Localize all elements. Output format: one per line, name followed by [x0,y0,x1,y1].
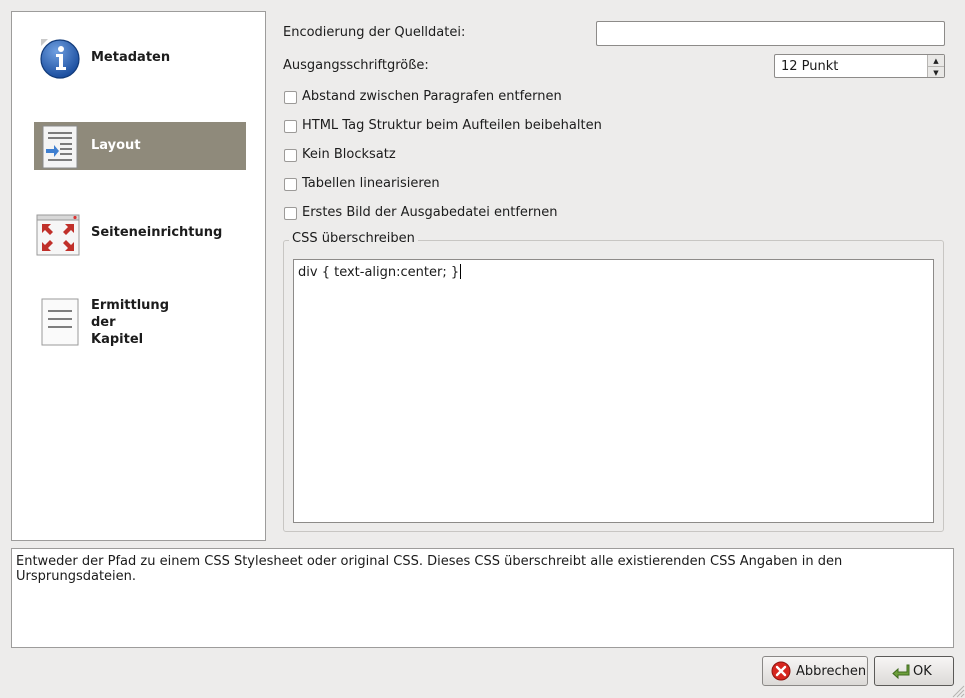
no-justification-checkbox[interactable] [284,149,297,162]
spin-up-icon[interactable]: ▲ [928,55,944,67]
layout-icon [42,125,78,169]
info-icon [40,39,80,79]
sidebar-item-label: Layout [91,138,141,153]
remove-first-image-checkbox[interactable] [284,207,297,220]
page-setup-icon [36,214,80,256]
linearize-tables-label[interactable]: Tabellen linearisieren [302,176,440,191]
font-size-label: Ausgangsschriftgröße: [283,58,429,73]
spin-buttons: ▲ ▼ [927,55,944,77]
sidebar-item-label: Metadaten [91,50,171,65]
remove-first-image-label[interactable]: Erstes Bild der Ausgabedatei entfernen [302,205,558,220]
spin-down-icon[interactable]: ▼ [928,67,944,78]
sidebar-item-label-line-3: Kapitel [91,332,144,347]
remove-paragraph-spacing-checkbox[interactable] [284,91,297,104]
ok-button-label: OK [913,663,932,679]
text-cursor [460,264,462,279]
encoding-label: Encodierung der Quelldatei: [283,25,466,40]
resize-grip-icon[interactable] [951,684,965,698]
css-override-legend: CSS überschreiben [289,231,418,246]
sidebar-item-layout[interactable]: Layout [34,122,246,170]
sidebar-item-metadaten[interactable]: Metadaten [34,32,246,80]
sidebar-item-seiteneinrichtung[interactable]: Seiteneinrichtung [34,209,246,257]
sidebar-item-ermittlung-der-kapitel[interactable]: Ermittlung der Kapitel [34,296,246,356]
section-list: Metadaten Layout Seiteneinrichtung Ermit… [11,11,266,541]
encoding-input[interactable] [596,21,945,46]
sidebar-item-label-line-1: Ermittlung [91,298,169,313]
css-override-textarea[interactable]: div { text-align:center; } [293,259,934,523]
cancel-button-label: Abbrechen [796,663,867,679]
cancel-button[interactable]: Abbrechen [762,656,868,686]
remove-paragraph-spacing-label[interactable]: Abstand zwischen Paragrafen entfernen [302,89,562,104]
ok-icon [892,664,910,680]
sidebar-item-label: Seiteneinrichtung [91,225,223,240]
preserve-tag-structure-checkbox[interactable] [284,120,297,133]
sidebar-item-label-line-2: der [91,315,116,330]
linearize-tables-checkbox[interactable] [284,178,297,191]
font-size-spinbox[interactable]: 12 Punkt ▲ ▼ [774,54,945,78]
css-override-text: div { text-align:center; } [298,265,460,280]
ok-button[interactable]: OK [874,656,954,686]
help-text-panel: Entweder der Pfad zu einem CSS Styleshee… [11,548,954,648]
preserve-tag-structure-label[interactable]: HTML Tag Struktur beim Aufteilen beibeha… [302,118,602,133]
no-justification-label[interactable]: Kein Blocksatz [302,147,396,162]
cancel-icon [771,661,791,681]
help-text: Entweder der Pfad zu einem CSS Styleshee… [16,554,843,584]
font-size-value: 12 Punkt [781,59,839,74]
document-icon [41,298,79,346]
